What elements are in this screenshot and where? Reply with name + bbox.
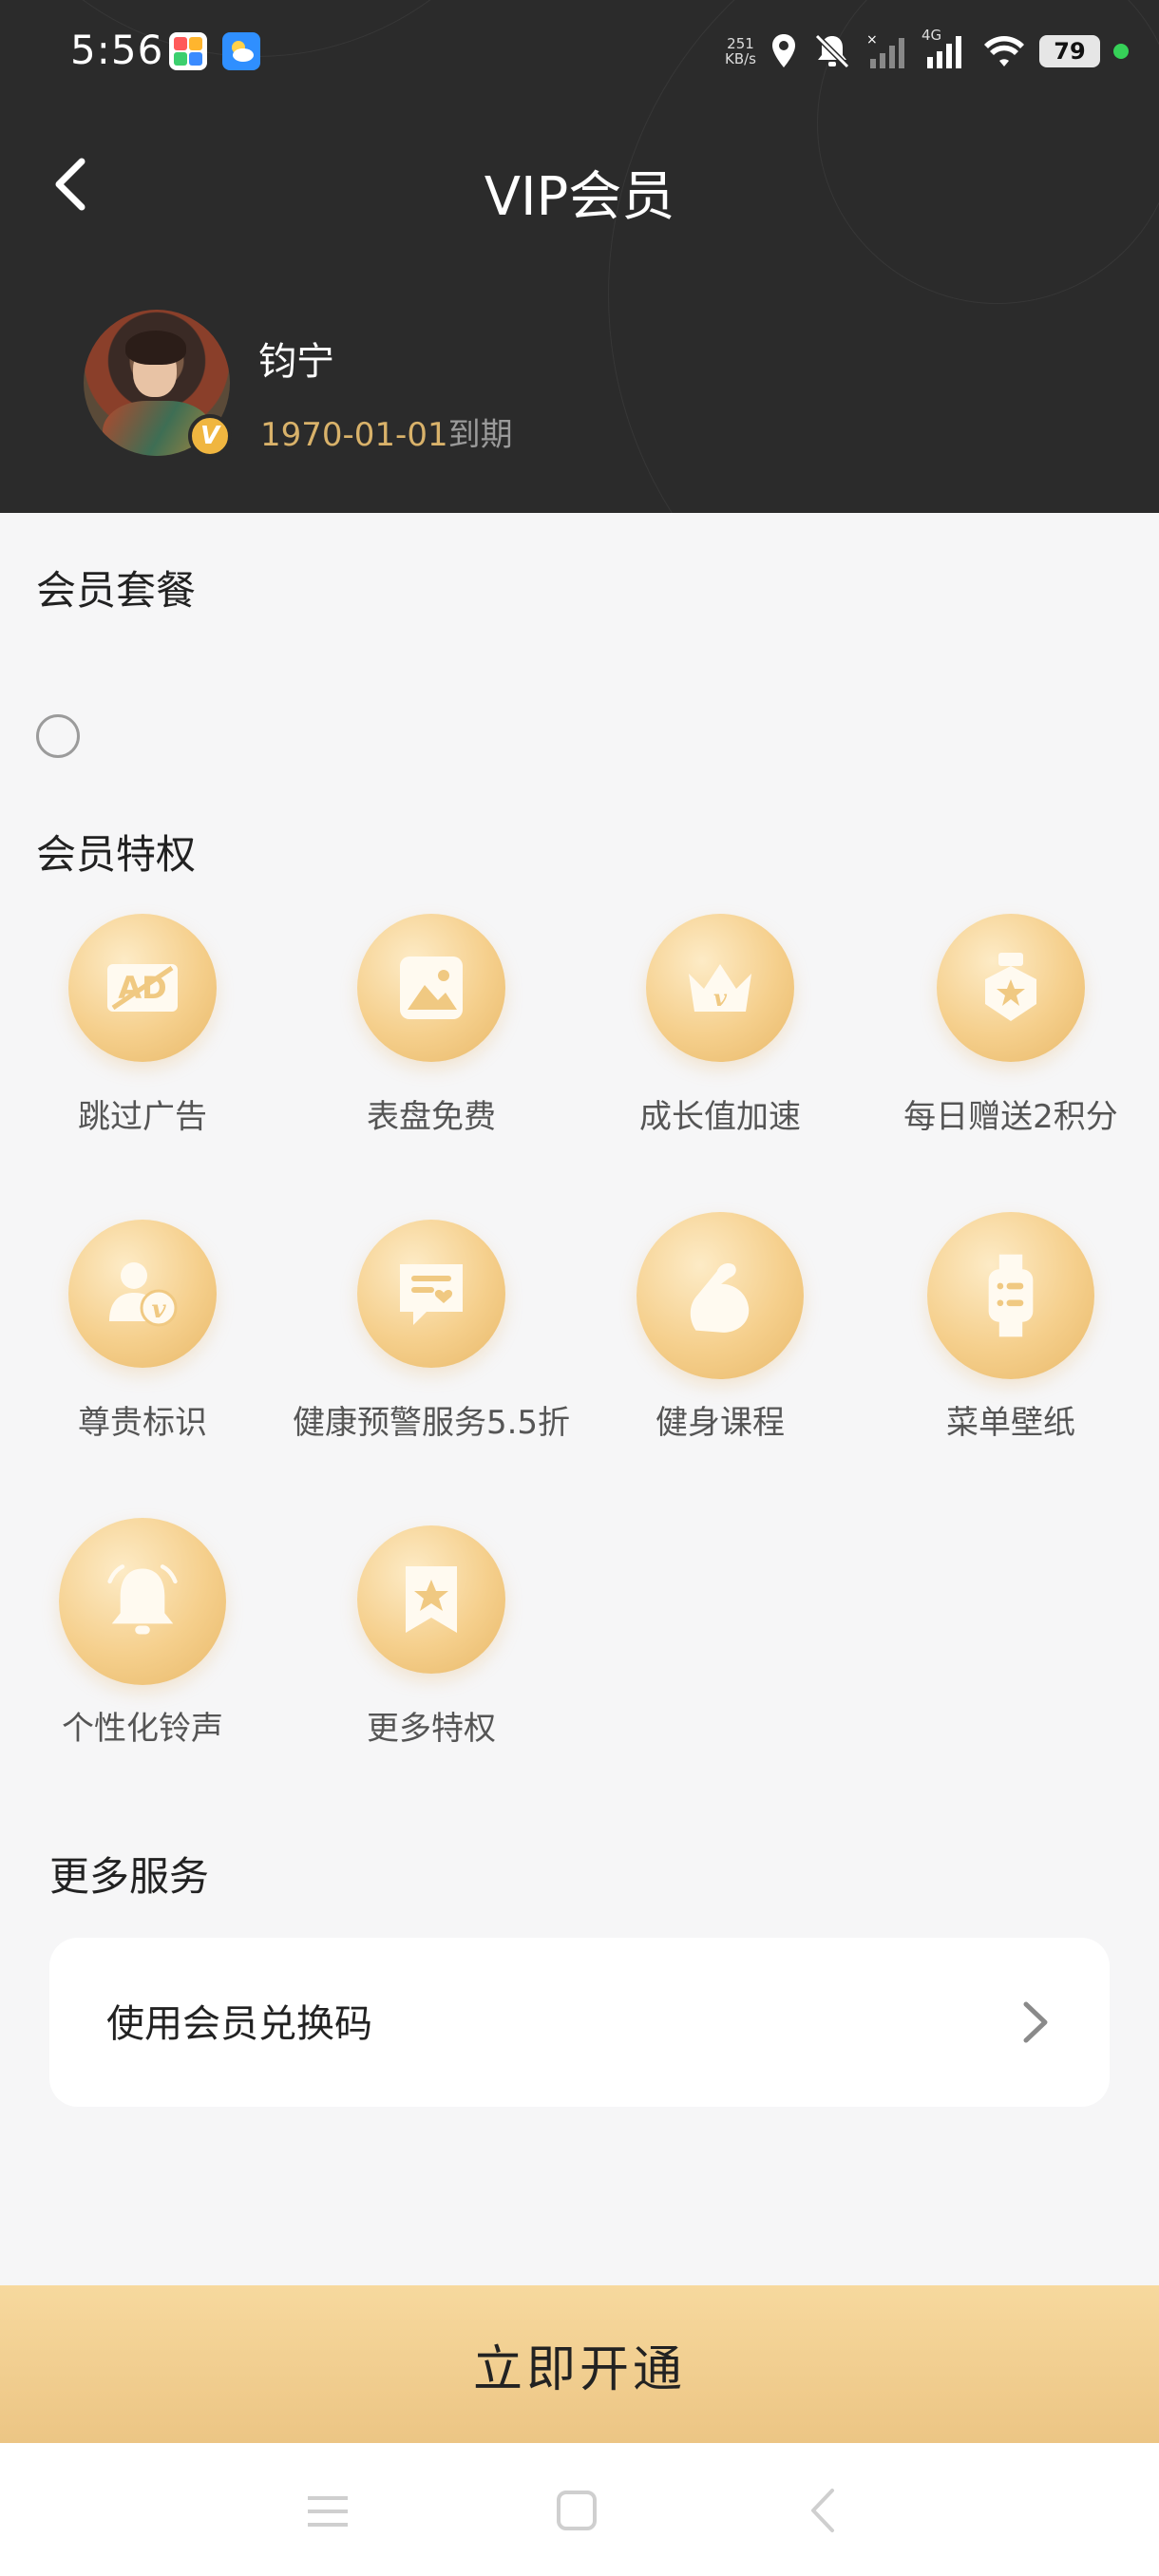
bell-icon [107,1564,178,1635]
health-app-icon [169,32,207,70]
privilege-item[interactable]: 个性化铃声 [0,1518,285,1772]
privilege-label: 跳过广告 [78,1098,207,1136]
privilege-item[interactable]: v 成长值加速 [578,914,863,1161]
status-indicators: 251 KB/s × 4G 79 [725,27,1129,74]
chevron-right-icon [1023,2001,1048,2043]
mute-icon [814,33,850,69]
vip-badge: V [188,414,232,458]
network-speed: 251 KB/s [725,35,756,67]
home-icon[interactable] [543,2477,610,2544]
expire-suffix: 到期 [447,416,513,454]
privilege-item[interactable]: 表盘免费 [289,914,574,1161]
privilege-item[interactable]: 更多特权 [289,1525,574,1772]
vip-header-panel: 5:56 251 KB/s × 4G 79 VIP会员 V 钧宁 1970-01… [0,0,1159,513]
privilege-label: 健康预警服务5.5折 [292,1404,571,1442]
svg-text:v: v [151,1296,166,1324]
image-icon [400,957,463,1019]
redeem-code-row[interactable]: 使用会员兑换码 [49,1938,1110,2107]
ad-skip-icon: AD [107,964,178,1012]
signal-sim1-icon: × [866,32,904,68]
status-time: 5:56 [70,27,164,73]
activate-now-label: 立即开通 [472,2340,686,2398]
privilege-label: 个性化铃声 [62,1710,223,1748]
svg-text:×: × [866,32,878,47]
privacy-dot [1113,44,1129,59]
privilege-label: 表盘免费 [367,1098,496,1136]
vip-user-icon: v [109,1262,178,1327]
svg-text:v: v [713,984,728,1012]
privilege-item[interactable]: v 尊贵标识 [0,1220,285,1467]
privilege-item[interactable]: AD 跳过广告 [0,914,285,1161]
back-nav-icon[interactable] [790,2477,857,2544]
user-profile: V 钧宁 1970-01-01到期 [84,310,844,462]
privilege-label: 成长值加速 [639,1098,801,1136]
system-navigation-bar [0,2443,1159,2576]
package-radio[interactable] [36,714,80,758]
packages-title: 会员套餐 [36,567,197,614]
privilege-item[interactable]: 健身课程 [578,1212,863,1467]
expire-date: 1970-01-01 [260,416,448,454]
user-name: 钧宁 [258,340,334,384]
signal-sim2-icon: 4G [922,27,969,70]
privilege-label: 尊贵标识 [78,1404,207,1442]
watch-icon [988,1254,1034,1337]
wifi-icon [984,36,1024,66]
nav-bar: VIP会员 [0,142,1159,228]
privilege-label: 菜单壁纸 [946,1404,1075,1442]
weather-app-icon [222,32,260,70]
status-bar: 5:56 251 KB/s × 4G 79 [0,0,1159,104]
activate-now-button[interactable]: 立即开通 [0,2285,1159,2443]
redeem-code-label: 使用会员兑换码 [106,2002,372,2046]
location-icon [772,34,795,67]
menu-icon[interactable] [294,2477,361,2544]
battery-indicator: 79 [1039,35,1100,67]
star-bookmark-icon [406,1566,457,1633]
health-chat-icon [400,1264,463,1325]
medal-icon [985,953,1036,1021]
back-button[interactable] [38,150,106,218]
crown-icon: v [689,964,751,1012]
privilege-label: 每日赠送2积分 [903,1098,1118,1136]
muscle-icon [690,1262,750,1333]
privileges-title: 会员特权 [36,831,197,878]
more-services-title: 更多服务 [49,1853,210,1900]
chevron-left-icon [55,158,86,211]
privilege-label: 更多特权 [367,1710,496,1748]
privilege-item[interactable]: 每日赠送2积分 [868,914,1153,1161]
expire-info: 1970-01-01到期 [260,408,513,455]
privilege-item[interactable]: 健康预警服务5.5折 [289,1220,574,1467]
page-title: VIP会员 [484,166,675,228]
privilege-item[interactable]: 菜单壁纸 [868,1212,1153,1467]
privilege-label: 健身课程 [656,1404,785,1442]
